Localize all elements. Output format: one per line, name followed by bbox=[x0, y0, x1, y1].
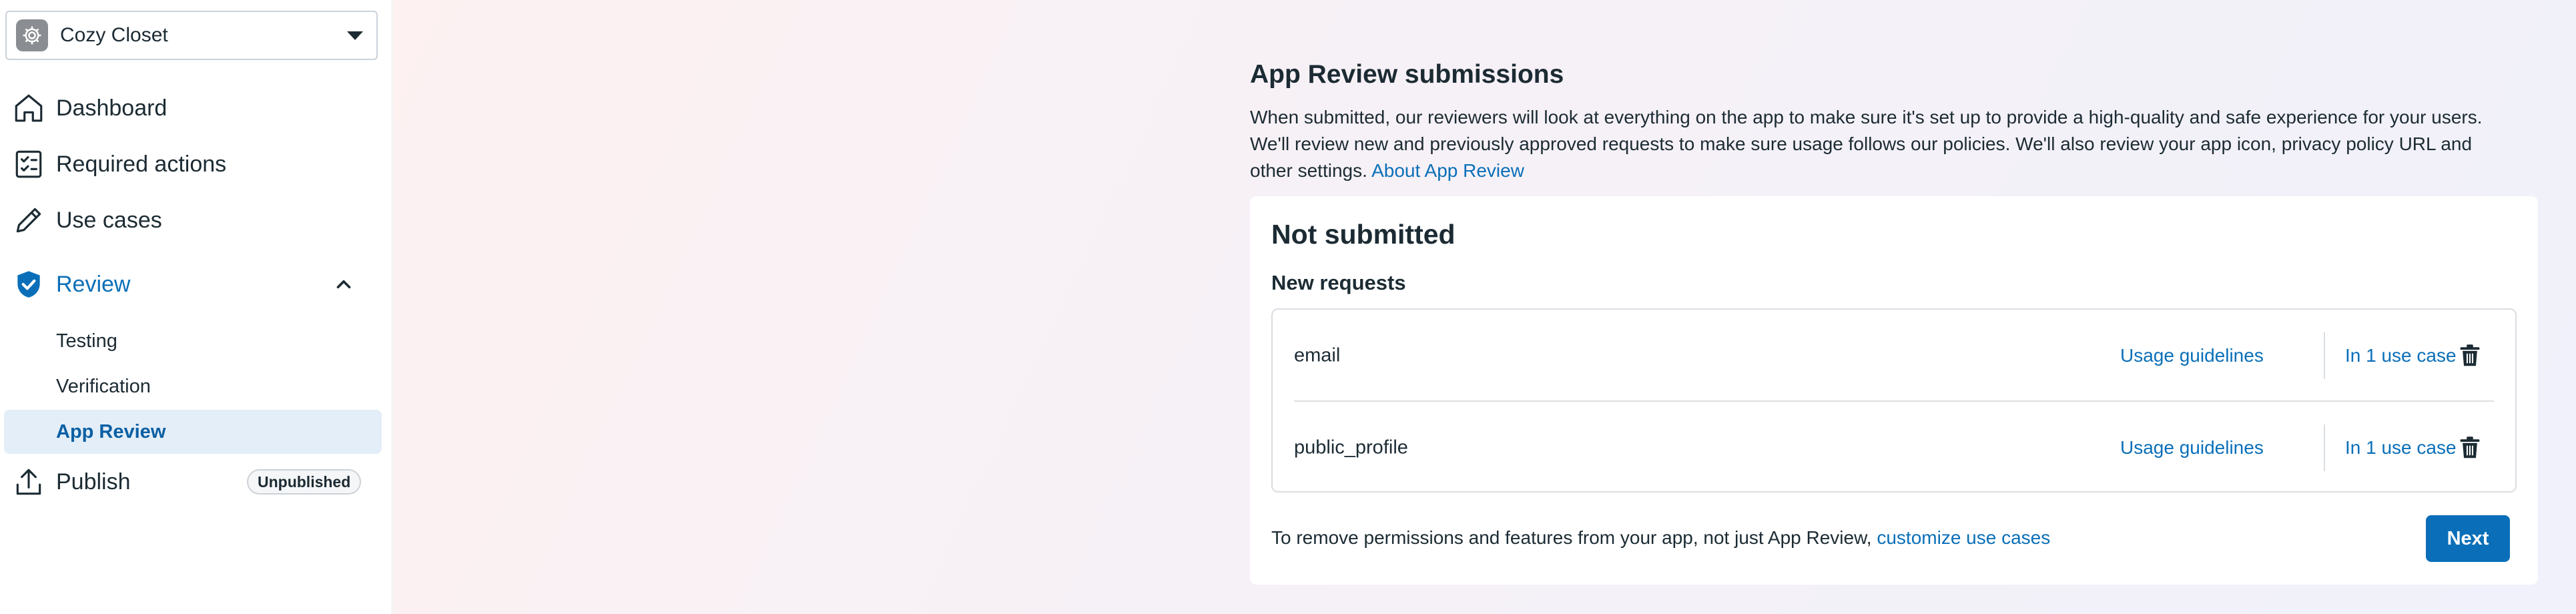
footer-note: To remove permissions and features from … bbox=[1271, 527, 2050, 549]
chevron-up-icon[interactable] bbox=[332, 273, 355, 296]
sidebar-item-publish[interactable]: Publish Unpublished bbox=[0, 455, 392, 509]
trash-icon[interactable] bbox=[2459, 436, 2481, 460]
footer-text: To remove permissions and features from … bbox=[1271, 527, 1872, 548]
sidebar-item-dashboard[interactable]: Dashboard bbox=[0, 81, 392, 135]
description-line: We'll review new and previously approved… bbox=[1250, 133, 2473, 154]
usage-guidelines-link[interactable]: Usage guidelines bbox=[2120, 345, 2264, 366]
use-case-link[interactable]: In 1 use case bbox=[2345, 345, 2457, 366]
sidebar-subitem-label: Verification bbox=[56, 375, 151, 397]
requests-list: email Usage guidelines In 1 use case pub… bbox=[1271, 308, 2517, 493]
sidebar-item-label: Required actions bbox=[56, 151, 227, 177]
sidebar-item-label: Publish bbox=[56, 469, 131, 495]
divider bbox=[2324, 332, 2325, 379]
new-requests-heading: New requests bbox=[1271, 271, 1406, 294]
next-button[interactable]: Next bbox=[2426, 515, 2510, 562]
submission-card: Not submitted New requests email Usage g… bbox=[1250, 196, 2538, 585]
sidebar-item-label: Use cases bbox=[56, 207, 162, 233]
gear-icon bbox=[16, 19, 48, 51]
about-app-review-link[interactable]: About App Review bbox=[1371, 160, 1524, 181]
permission-name: email bbox=[1294, 344, 1341, 366]
checklist-icon bbox=[15, 150, 42, 178]
description-line: When submitted, our reviewers will look … bbox=[1250, 107, 2483, 127]
usage-guidelines-link[interactable]: Usage guidelines bbox=[2120, 437, 2264, 458]
app-selector[interactable]: Cozy Closet bbox=[5, 11, 378, 60]
sidebar-item-use-cases[interactable]: Use cases bbox=[0, 194, 392, 247]
use-case-link[interactable]: In 1 use case bbox=[2345, 437, 2457, 458]
sidebar: Cozy Closet Dashboard Required actions U… bbox=[0, 0, 392, 614]
pencil-icon bbox=[16, 208, 41, 233]
request-row: public_profile Usage guidelines In 1 use… bbox=[1273, 402, 2515, 493]
description-text: other settings. bbox=[1250, 160, 1367, 181]
upload-icon bbox=[16, 469, 41, 495]
request-row: email Usage guidelines In 1 use case bbox=[1273, 310, 2515, 401]
permission-name: public_profile bbox=[1294, 436, 1408, 458]
description-line: other settings. About App Review bbox=[1250, 158, 2571, 184]
sidebar-subitem-app-review[interactable]: App Review bbox=[4, 410, 382, 454]
trash-icon[interactable] bbox=[2459, 344, 2481, 368]
main-content: App Review submissions When submitted, o… bbox=[393, 0, 2576, 614]
sidebar-item-label: Dashboard bbox=[56, 95, 168, 121]
app-name: Cozy Closet bbox=[60, 24, 168, 46]
sidebar-item-required-actions[interactable]: Required actions bbox=[0, 137, 392, 191]
status-badge: Unpublished bbox=[247, 469, 362, 495]
caret-down-icon bbox=[347, 31, 363, 40]
sidebar-item-review[interactable]: Review bbox=[0, 258, 392, 311]
submission-status: Not submitted bbox=[1271, 219, 1456, 250]
sidebar-subitem-testing[interactable]: Testing bbox=[4, 319, 382, 363]
page-description: When submitted, our reviewers will look … bbox=[1250, 104, 2571, 184]
customize-use-cases-link[interactable]: customize use cases bbox=[1877, 527, 2050, 548]
sidebar-subitem-verification[interactable]: Verification bbox=[4, 364, 382, 408]
divider bbox=[2324, 424, 2325, 471]
shield-check-icon bbox=[17, 271, 40, 298]
home-icon bbox=[15, 94, 43, 122]
page-title: App Review submissions bbox=[1250, 60, 1564, 89]
sidebar-subitem-label: Testing bbox=[56, 330, 117, 352]
sidebar-subitem-label: App Review bbox=[56, 420, 166, 442]
sidebar-item-label: Review bbox=[56, 271, 131, 297]
